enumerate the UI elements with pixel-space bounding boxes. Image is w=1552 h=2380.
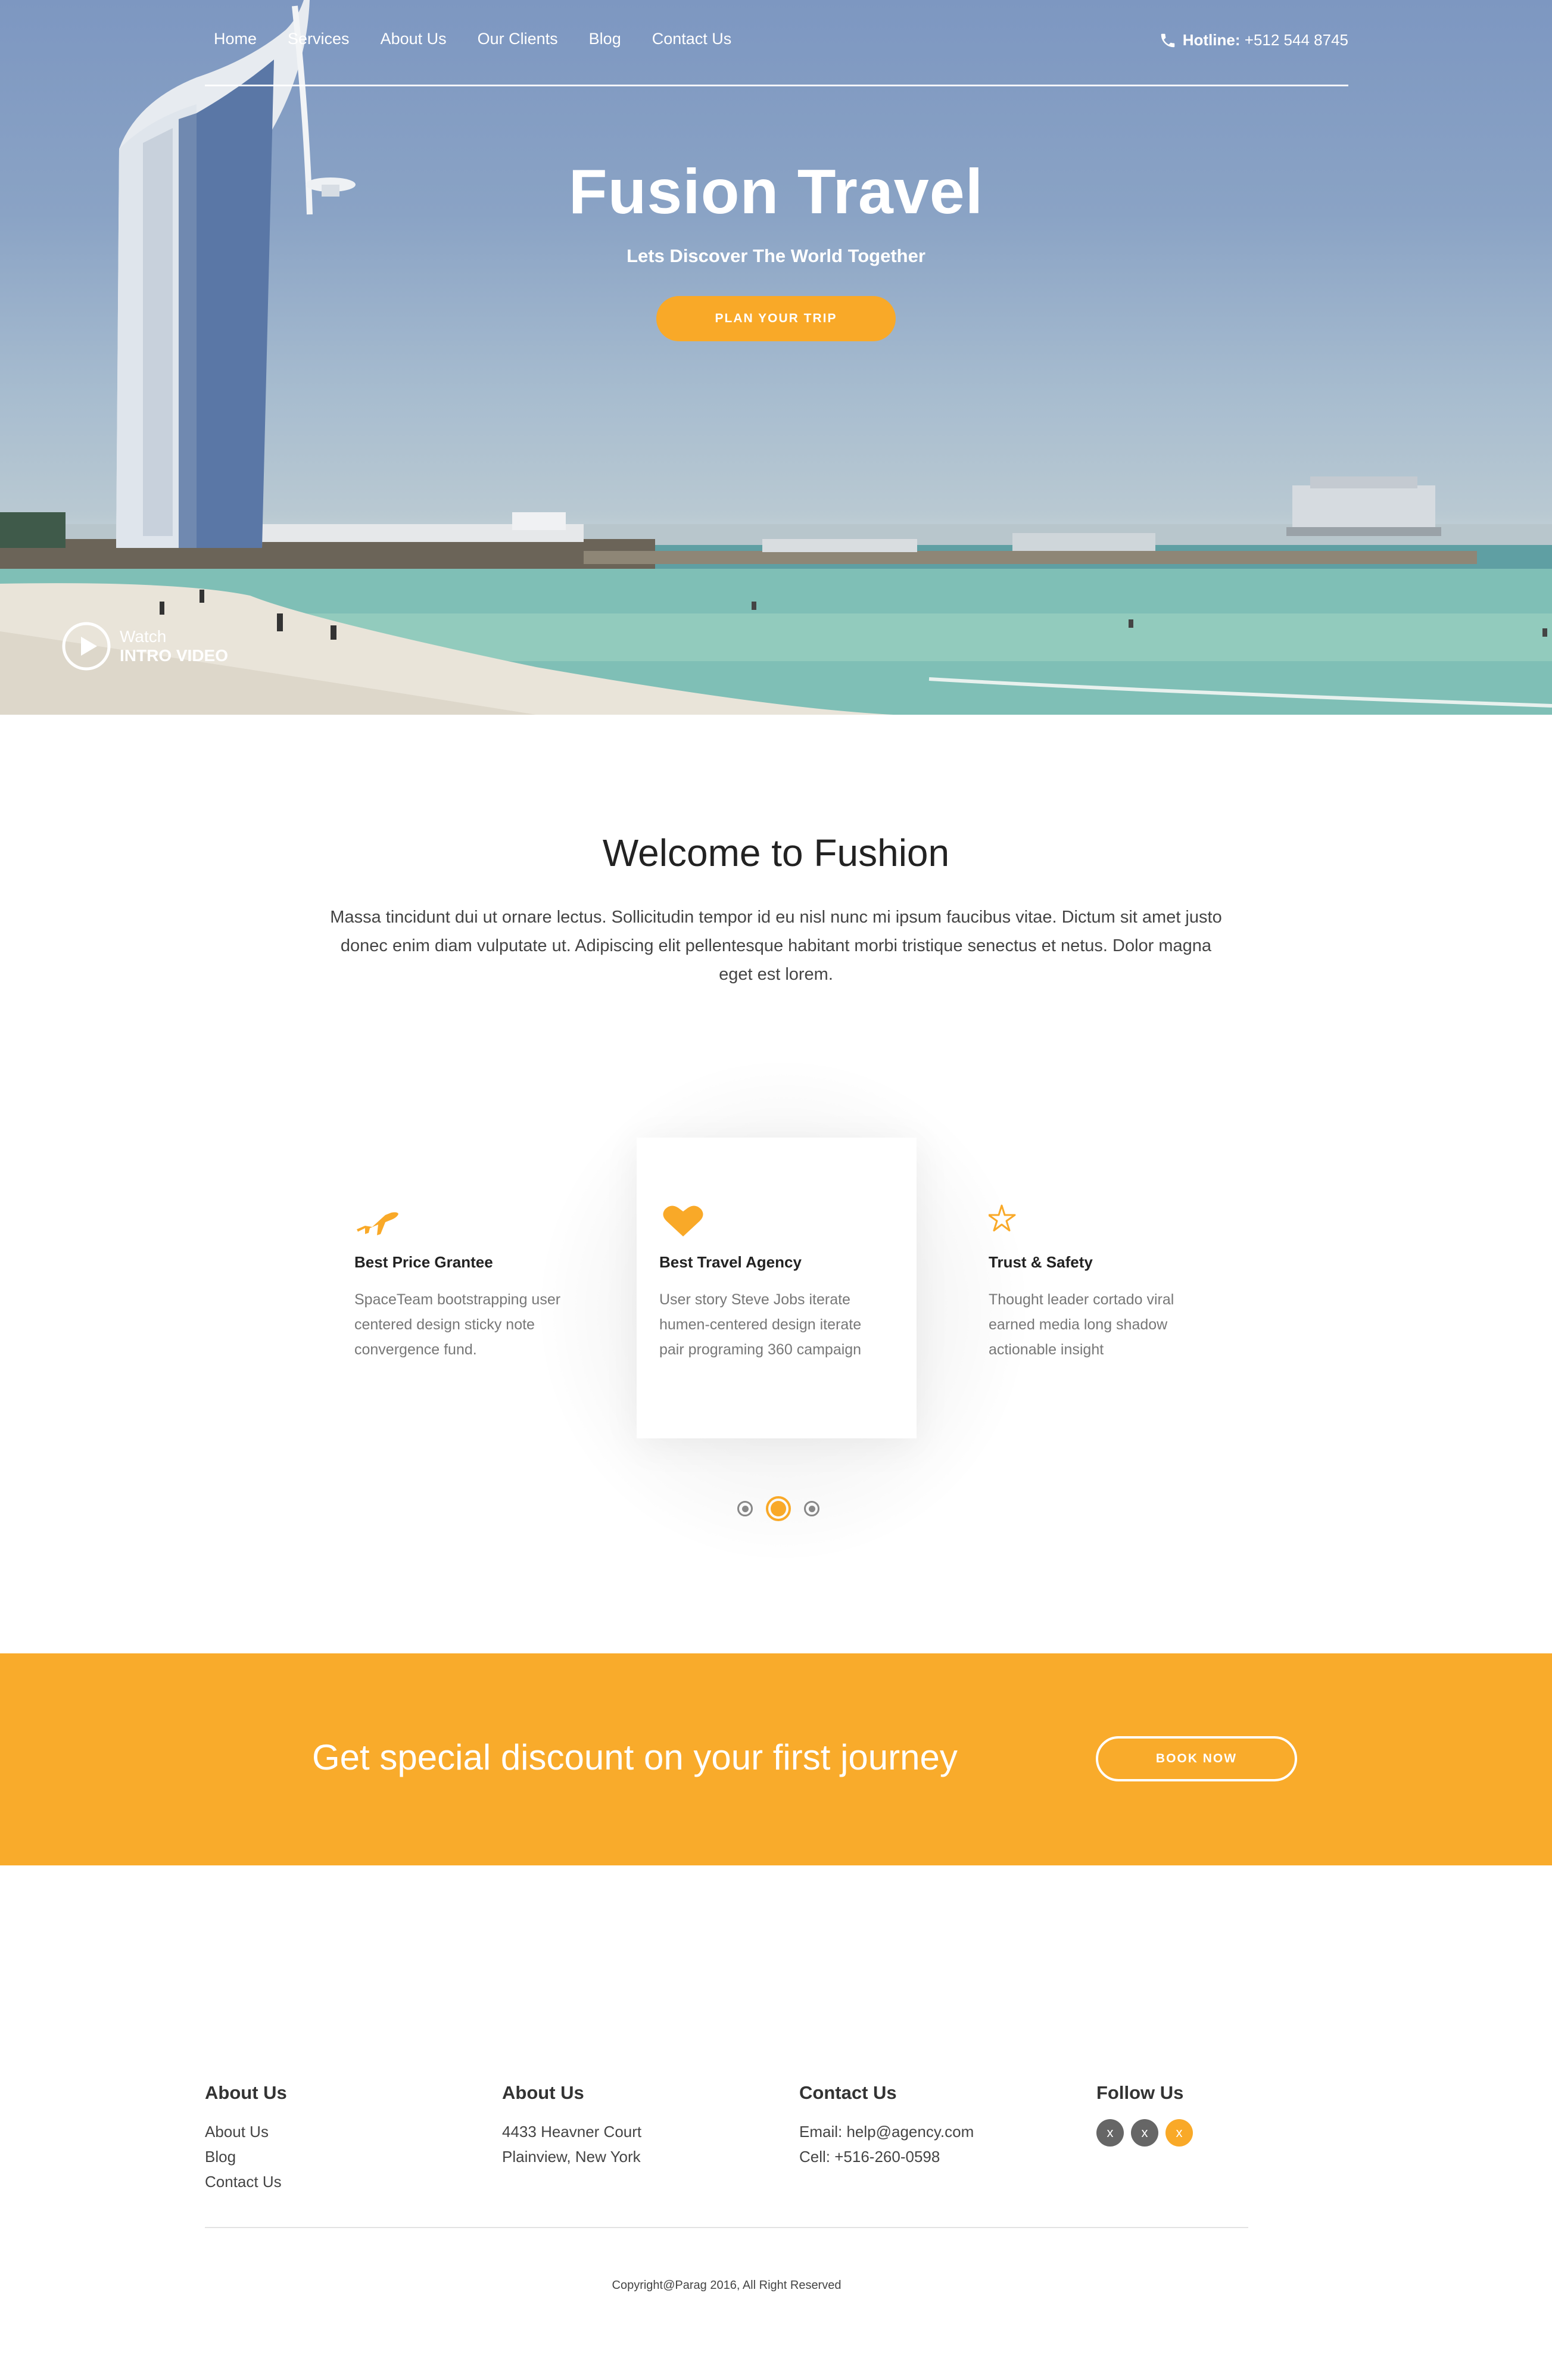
nav-link-blog[interactable]: Blog [589,30,621,48]
feature-text: User story Steve Jobs iterate humen-cent… [659,1291,862,1358]
nav-link-services[interactable]: Services [288,30,350,48]
feature-card-best-travel-agency[interactable]: Best Travel Agency User story Steve Jobs… [637,1138,917,1438]
footer-about-links: About Us About Us Blog Contact Us [205,2082,287,2194]
address-line-1: 4433 Heavner Court [502,2123,642,2141]
star-icon [989,1204,1016,1232]
hero-section: Home Services About Us Our Clients Blog … [0,0,1552,715]
hotline-number[interactable]: +512 544 8745 [1245,31,1348,49]
nav-link-contact-us[interactable]: Contact Us [652,30,732,48]
phone-icon [1161,33,1175,47]
carousel-dot-3[interactable] [804,1501,819,1516]
feature-title: Best Travel Agency [659,1253,802,1271]
nav-link-about-us[interactable]: About Us [381,30,447,48]
social-icon-3[interactable]: x [1165,2119,1193,2147]
intro-video-link[interactable]: Watch INTRO VIDEO [61,621,228,671]
footer-heading: About Us [205,2082,287,2103]
social-icon-1[interactable]: x [1096,2119,1124,2147]
feature-title: Best Price Grantee [354,1253,493,1271]
copyright: Copyright@Parag 2016, All Right Reserved [612,2279,842,2292]
contact-email[interactable]: Email: help@agency.com [799,2119,974,2144]
feature-card-best-price[interactable]: Best Price Grantee SpaceTeam bootstrappi… [332,1138,612,1438]
discount-banner: Get special discount on your first journ… [0,1653,1552,1865]
address-line-2: Plainview, New York [502,2148,641,2166]
hero-title: Fusion Travel [568,157,984,227]
footer-link-blog[interactable]: Blog [205,2144,287,2169]
airplane-icon [357,1212,398,1235]
carousel-dot-1[interactable] [737,1501,753,1516]
hero-background-image [0,0,1552,715]
nav-links: Home Services About Us Our Clients Blog … [214,30,731,48]
footer-heading: Contact Us [799,2082,897,2103]
feature-card-trust-safety[interactable]: Trust & Safety Thought leader cortado vi… [966,1138,1246,1438]
top-navigation: Home Services About Us Our Clients Blog … [205,0,1348,86]
carousel-dot-2-active[interactable] [766,1496,791,1521]
intro-video-label: Watch INTRO VIDEO [120,627,228,665]
heart-icon [663,1205,703,1236]
plan-your-trip-button[interactable]: PLAN YOUR TRIP [656,296,896,341]
footer-heading: About Us [502,2082,584,2103]
video-watch-text: Watch [120,627,167,646]
hero-subtitle: Lets Discover The World Together [627,245,925,266]
contact-cell: Cell: +516-260-0598 [799,2148,940,2166]
welcome-title: Welcome to Fushion [602,831,950,874]
social-links: x x x [1096,2119,1193,2147]
feature-title: Trust & Safety [989,1253,1093,1271]
nav-link-home[interactable]: Home [214,30,257,48]
hotline-label: Hotline: [1182,31,1241,49]
footer-follow: Follow Us x x x [1096,2082,1193,2147]
book-now-button[interactable]: BOOK NOW [1096,1736,1297,1781]
carousel-dots [737,1496,819,1521]
nav-link-our-clients[interactable]: Our Clients [478,30,558,48]
footer-divider [205,2227,1248,2228]
welcome-text: Massa tincidunt dui ut ornare lectus. So… [330,908,1222,984]
social-icon-2[interactable]: x [1131,2119,1158,2147]
footer-heading: Follow Us [1096,2082,1184,2103]
footer-address: About Us 4433 Heavner Court Plainview, N… [502,2082,641,2169]
footer-link-contact-us[interactable]: Contact Us [205,2169,287,2194]
video-intro-text: INTRO VIDEO [120,646,229,665]
feature-text: SpaceTeam bootstrapping user centered de… [354,1291,561,1358]
footer-contact: Contact Us Email: help@agency.com Cell: … [799,2082,974,2169]
play-icon[interactable] [61,621,111,671]
feature-text: Thought leader cortado viral earned medi… [989,1291,1174,1358]
hotline: Hotline: +512 544 8745 [1159,31,1348,49]
footer-link-about-us[interactable]: About Us [205,2119,287,2144]
discount-text: Get special discount on your first journ… [312,1737,958,1777]
